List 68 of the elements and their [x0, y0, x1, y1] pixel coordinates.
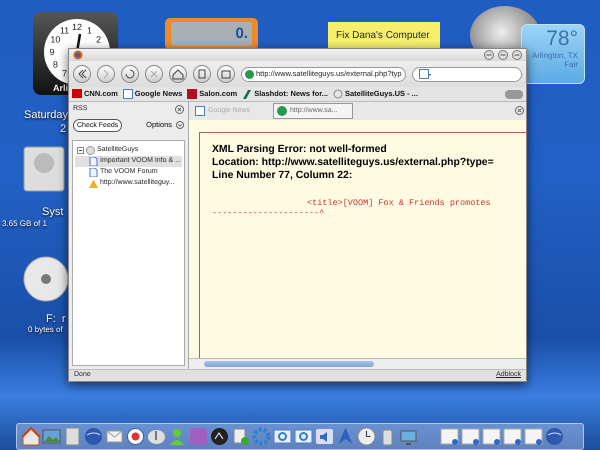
dropdown-icon	[176, 121, 184, 129]
back-icon	[78, 69, 86, 79]
aperture-icon[interactable]	[126, 427, 145, 446]
clock-label: Arli	[53, 82, 68, 95]
marker-line: ---------------------^	[212, 208, 326, 218]
music-note-icon[interactable]	[147, 427, 166, 446]
error-line: Location: http://www.satelliteguys.us/external.php?type=	[212, 156, 495, 169]
globe-icon	[277, 106, 287, 116]
document-icon[interactable]	[482, 427, 501, 446]
horizontal-scrollbar[interactable]	[189, 358, 526, 369]
clock-numeral: 9	[50, 47, 54, 57]
calculator-display: 0.	[171, 22, 252, 46]
calculator-icon[interactable]	[63, 427, 82, 446]
document-icon[interactable]	[440, 427, 459, 446]
back-button[interactable]	[73, 65, 91, 83]
icon-label: F: r	[46, 312, 66, 326]
date-text: 2	[60, 122, 66, 137]
home-button[interactable]	[169, 65, 187, 83]
globe-icon[interactable]	[545, 427, 564, 446]
clock-numeral: 12	[72, 22, 82, 32]
error-line: XML Parsing Error: not well-formed	[212, 143, 388, 156]
picture-icon[interactable]	[42, 427, 61, 446]
document-icon[interactable]	[461, 427, 480, 446]
feed-circle-icon	[86, 146, 95, 155]
source-line: <title>[VOOM] Fox & Friends promotes	[306, 198, 492, 208]
warning-icon	[89, 179, 98, 188]
globe-icon	[245, 70, 254, 78]
document-icon[interactable]	[503, 427, 522, 446]
document-icon[interactable]	[524, 427, 543, 446]
window-control-icon[interactable]	[512, 50, 522, 60]
search-engine-icon[interactable]	[419, 69, 431, 79]
speaker-icon[interactable]	[315, 427, 334, 446]
icon-label: Syst	[42, 205, 64, 220]
stop-button[interactable]	[145, 65, 163, 83]
house-icon[interactable]	[21, 427, 40, 446]
dark-circle-icon[interactable]	[210, 427, 229, 446]
globe-icon[interactable]	[84, 427, 103, 446]
overflow-toggle-icon[interactable]	[505, 90, 523, 99]
forward-icon	[103, 69, 109, 79]
firefox-logo-icon	[73, 50, 83, 60]
google-g-icon	[195, 106, 205, 116]
window-icon[interactable]	[294, 427, 313, 446]
icon-detail: 3.65 GB of 1	[2, 218, 47, 230]
clock-numeral: 8	[52, 60, 58, 70]
close-tab-icon[interactable]	[515, 106, 524, 116]
date-text: Saturday	[24, 108, 68, 123]
forward-button[interactable]	[97, 65, 115, 83]
clock-icon[interactable]	[357, 427, 376, 446]
error-line: Line Number 77, Column 22:	[212, 169, 354, 182]
app-tile-icon[interactable]	[189, 427, 208, 446]
temperature-text: 78°	[545, 27, 578, 51]
clock-numeral: 7	[62, 68, 67, 79]
close-icon[interactable]	[175, 104, 184, 114]
clock-numeral: 11	[60, 25, 70, 36]
collapse-icon[interactable]	[77, 147, 84, 154]
condition-text: Fair	[563, 60, 578, 69]
search-field[interactable]	[412, 66, 522, 82]
clock-numeral: 1	[87, 25, 92, 36]
clock-numeral: 2	[96, 34, 102, 44]
window-icon[interactable]	[273, 427, 292, 446]
reload-button[interactable]	[121, 65, 139, 83]
window-control-icon[interactable]	[484, 50, 494, 60]
clock-numeral: 10	[50, 34, 60, 44]
location-text: Arlington, TX	[530, 51, 578, 60]
window-control-icon[interactable]	[498, 50, 508, 60]
sticky-note: Fix Dana's Computer	[328, 22, 440, 50]
scrollbar-thumb[interactable]	[204, 361, 374, 367]
icon-detail: 0 bytes of	[28, 324, 63, 336]
